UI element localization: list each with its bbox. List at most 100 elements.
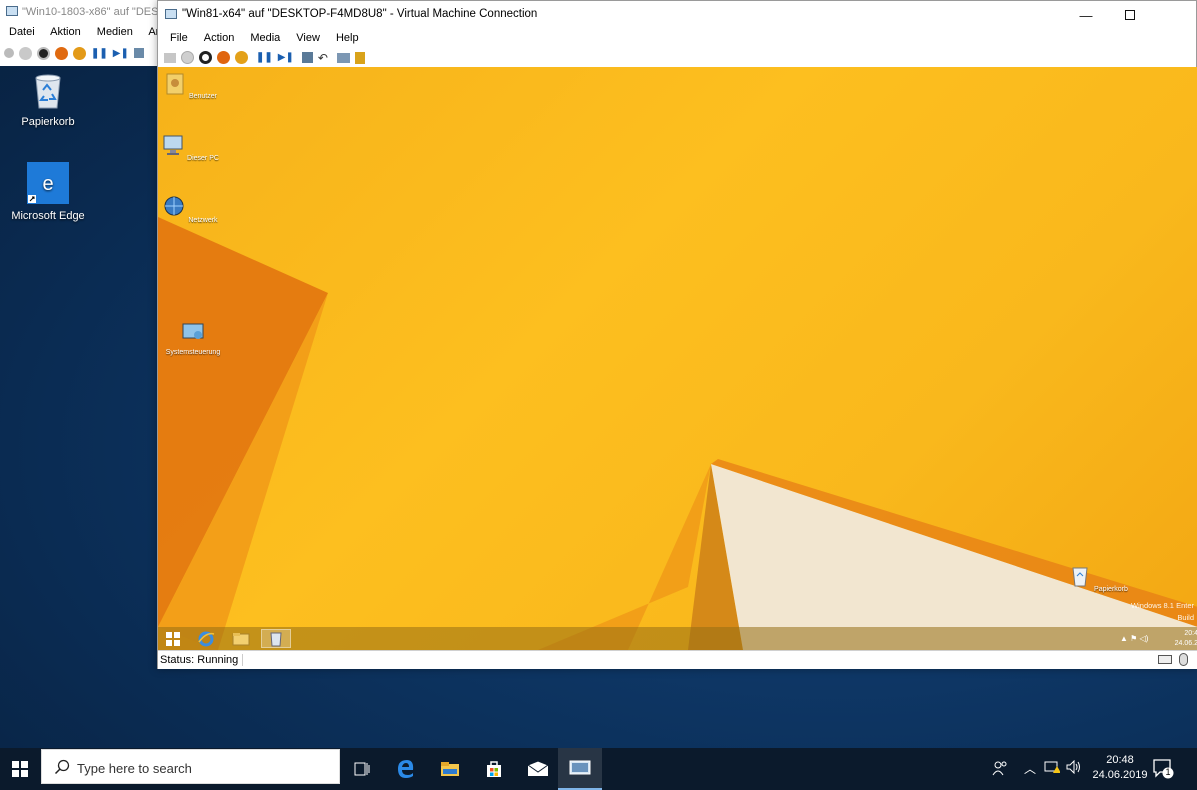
guest-icon-label: Dieser PC xyxy=(187,155,219,162)
revert-icon[interactable]: ↶ xyxy=(318,51,328,65)
menu-media[interactable]: Media xyxy=(250,29,280,48)
start-button[interactable] xyxy=(0,748,40,790)
taskbar-file-explorer[interactable] xyxy=(428,748,472,790)
vm-connection-icon xyxy=(165,9,177,19)
search-placeholder: Type here to search xyxy=(77,761,192,776)
speaker-icon xyxy=(1066,759,1080,775)
vm-status-text: Status: Running xyxy=(160,654,244,666)
desktop-icon-edge[interactable]: e Microsoft Edge xyxy=(3,162,93,222)
task-view-icon xyxy=(354,762,370,776)
control-panel-icon xyxy=(182,323,204,339)
clock-time: 20:48 xyxy=(1106,754,1134,766)
guest-icon-network[interactable]: Netzwerk xyxy=(160,195,220,224)
pause-icon[interactable]: ❚❚ xyxy=(91,48,108,59)
svg-text:e: e xyxy=(42,173,53,195)
guest-start-button[interactable] xyxy=(158,629,188,648)
windows-logo-icon xyxy=(12,761,28,777)
network-warning-icon[interactable] xyxy=(1044,760,1061,777)
guest-icon-this-pc[interactable]: Dieser PC xyxy=(160,133,220,162)
edge-icon: e xyxy=(27,162,69,204)
mouse-icon xyxy=(1179,653,1188,666)
guest-clock[interactable]: 20:4 24.06.2 xyxy=(1168,629,1197,649)
recycle-bin-icon xyxy=(270,632,282,646)
desktop-icon-label: Microsoft Edge xyxy=(11,210,85,222)
menu-help[interactable]: Help xyxy=(336,29,359,48)
guest-taskbar-explorer[interactable] xyxy=(226,629,256,648)
menu-datei[interactable]: Datei xyxy=(9,26,35,38)
ctrl-alt-del-icon[interactable] xyxy=(4,48,14,58)
guest-icon-user-folder[interactable]: Benutzer xyxy=(160,71,220,100)
folder-icon xyxy=(166,73,184,95)
taskbar-store[interactable] xyxy=(472,748,516,790)
notification-count: 1 xyxy=(1165,767,1171,777)
vm-toolbar: ❚❚ ▶❚ ↶ xyxy=(158,48,1196,67)
action-center-button[interactable]: 1 xyxy=(1152,758,1174,785)
ctrl-alt-del-icon[interactable] xyxy=(164,52,176,63)
desktop-icon-recycle-bin[interactable]: Papierkorb xyxy=(3,72,93,128)
host-taskbar: Type here to search ︿ 20:48 24.06.2019 1 xyxy=(0,748,1197,790)
taskbar-search-box[interactable]: Type here to search xyxy=(41,749,340,784)
menu-view[interactable]: View xyxy=(296,29,320,48)
file-explorer-icon xyxy=(441,762,459,776)
taskbar-mail[interactable] xyxy=(516,748,560,790)
menu-action[interactable]: Action xyxy=(204,29,235,48)
save-icon[interactable] xyxy=(73,46,86,60)
back-window-menubar: Datei Aktion Medien Ans xyxy=(0,26,159,44)
vm-statusbar: Status: Running xyxy=(158,650,1197,669)
reset-icon[interactable]: ▶❚ xyxy=(278,52,294,63)
volume-icon[interactable] xyxy=(1066,759,1082,777)
checkpoint-icon[interactable] xyxy=(133,48,144,58)
reset-icon[interactable]: ▶❚ xyxy=(113,48,129,59)
taskbar-clock[interactable]: 20:48 24.06.2019 xyxy=(1087,753,1153,783)
people-icon[interactable] xyxy=(992,760,1008,779)
guest-icon-label: Papierkorb xyxy=(1094,586,1128,593)
taskbar-edge[interactable] xyxy=(384,748,428,790)
guest-watermark: Windows 8.1 Enter Build xyxy=(1131,600,1194,624)
vm-menubar: File Action Media View Help xyxy=(158,29,1196,48)
background-vm-window[interactable]: "Win10-1803-x86" auf "DESK Datei Aktion … xyxy=(0,0,160,66)
save-icon[interactable] xyxy=(235,51,248,64)
shutdown-icon[interactable] xyxy=(55,46,68,60)
search-icon xyxy=(54,759,70,775)
turn-off-icon[interactable] xyxy=(199,51,212,64)
back-window-titlebar[interactable]: "Win10-1803-x86" auf "DESK xyxy=(0,0,159,26)
start-icon[interactable] xyxy=(19,46,32,60)
start-icon[interactable] xyxy=(181,51,194,64)
guest-vm-screen[interactable]: Benutzer Dieser PC Netzwerk Systemsteuer… xyxy=(158,67,1197,650)
guest-taskbar-active-app[interactable] xyxy=(261,629,291,648)
recycle-bin-icon xyxy=(35,74,61,109)
menu-aktion[interactable]: Aktion xyxy=(50,26,81,38)
keyboard-icon xyxy=(1158,655,1172,664)
vm-titlebar[interactable]: "Win81-x64" auf "DESKTOP-F4MD8U8" - Virt… xyxy=(158,1,1196,29)
turn-off-icon[interactable] xyxy=(37,46,50,60)
menu-medien[interactable]: Medien xyxy=(97,26,133,38)
back-window-toolbar: ❚❚ ▶❚ xyxy=(0,44,159,62)
windows-logo-icon xyxy=(166,631,180,646)
shutdown-icon[interactable] xyxy=(217,51,230,64)
taskbar-vm-connection[interactable] xyxy=(558,748,602,790)
enhanced-session-icon[interactable] xyxy=(336,52,350,63)
network-icon xyxy=(164,196,184,216)
guest-icon-control-panel[interactable]: Systemsteuerung xyxy=(163,320,223,356)
computer-icon xyxy=(163,135,183,155)
guest-icon-label: Systemsteuerung xyxy=(165,349,221,356)
show-hidden-icons-icon[interactable]: ︿ xyxy=(1024,760,1036,777)
guest-taskbar-ie[interactable] xyxy=(191,629,221,648)
guest-icon-label: Netzwerk xyxy=(188,217,218,224)
minimize-button[interactable]: — xyxy=(1064,1,1108,29)
maximize-button[interactable] xyxy=(1108,1,1152,29)
mail-icon xyxy=(527,761,549,776)
desktop-icon-label: Papierkorb xyxy=(21,116,75,128)
guest-tray-icons[interactable]: ▲ ⚑ ◁) xyxy=(1120,634,1148,643)
network-icon xyxy=(1044,761,1061,773)
checkpoint-icon[interactable] xyxy=(301,52,313,63)
guest-icon-recycle-bin[interactable]: Papierkorb xyxy=(1068,564,1128,593)
task-view-button[interactable] xyxy=(340,748,384,790)
internet-explorer-icon xyxy=(198,631,215,646)
guest-icon-label: Benutzer xyxy=(188,93,217,100)
pause-icon[interactable]: ❚❚ xyxy=(256,52,273,63)
basic-session-icon[interactable] xyxy=(354,51,365,64)
menu-file[interactable]: File xyxy=(170,29,188,48)
vm-connection-icon xyxy=(6,6,18,16)
vm-connection-window[interactable]: "Win81-x64" auf "DESKTOP-F4MD8U8" - Virt… xyxy=(157,0,1197,669)
